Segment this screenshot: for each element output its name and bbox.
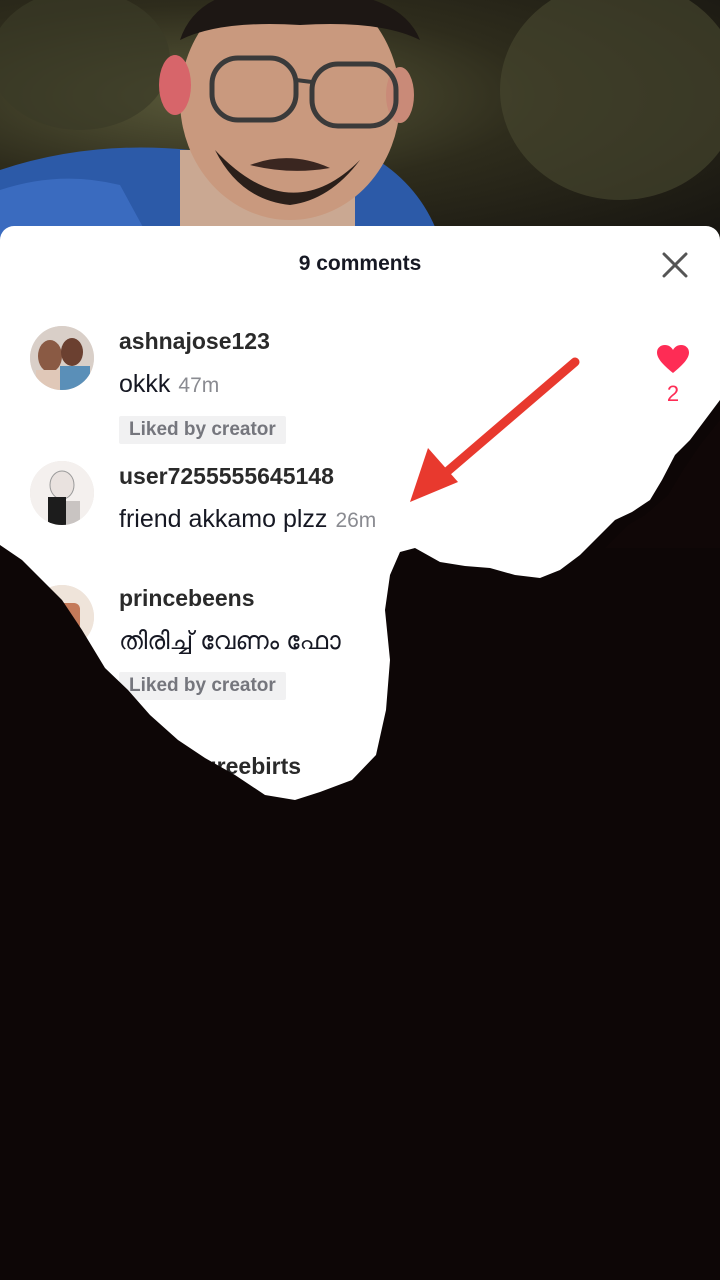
close-button[interactable] [660, 250, 690, 280]
comment-item: princebeens തിരിച്ച് വേണം ഫോ Liked by cr… [0, 579, 720, 733]
comment-username[interactable]: user7255555645148 [119, 463, 334, 490]
comments-list: ashnajose123 okkk 47m Liked by creator 2 [0, 304, 720, 873]
like-button[interactable]: 2 [656, 344, 690, 407]
comment-body: തിരിച്ച് വേണം ഫോ [119, 627, 341, 655]
avatar[interactable] [30, 585, 94, 649]
comment-body: friend akkamo plzz [119, 505, 328, 533]
avatar-image [30, 326, 94, 390]
close-icon [662, 252, 688, 278]
comment-username[interactable]: princebeens [119, 585, 255, 612]
comment-username[interactable]: 5angreebirts [163, 753, 301, 780]
comment-time: 47m [178, 374, 220, 397]
video-background [0, 0, 720, 240]
comment-item: 5angreebirts [0, 733, 720, 873]
comments-sheet: 9 comments ashnajose123 okkk 47m Liked b… [0, 226, 720, 1280]
comment-text: friend akkamo plzz 26m [119, 505, 376, 534]
avatar-image [30, 461, 94, 525]
liked-by-creator-badge: Liked by creator [119, 672, 286, 700]
comment-username[interactable]: ashnajose123 [119, 328, 270, 355]
avatar[interactable] [30, 461, 94, 525]
comment-item: user7255555645148 friend akkamo plzz 26m [0, 461, 720, 579]
comment-text: okkk 47m [119, 370, 219, 399]
comment-body: okkk [119, 370, 171, 398]
liked-by-creator-badge: Liked by creator [119, 416, 286, 444]
like-count: 2 [666, 381, 680, 406]
comment-text: തിരിച്ച് വേണം ഫോ [119, 627, 341, 656]
avatar[interactable] [30, 326, 94, 390]
comment-time: 26m [335, 509, 377, 532]
video-person-image [0, 0, 720, 240]
sheet-header: 9 comments [0, 226, 720, 304]
comment-item: ashnajose123 okkk 47m Liked by creator 2 [0, 304, 720, 461]
heart-filled-icon [657, 345, 689, 373]
avatar-image [30, 585, 94, 649]
comments-count-title: 9 comments [298, 252, 422, 275]
